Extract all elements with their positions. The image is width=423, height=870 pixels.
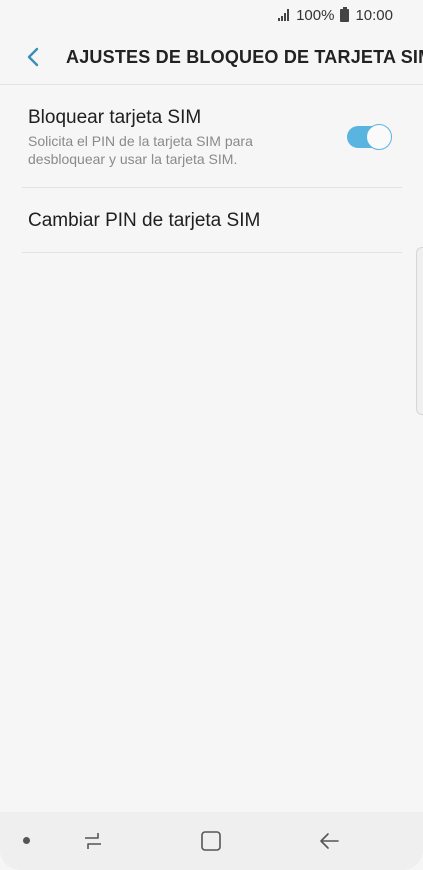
chevron-left-icon bbox=[27, 47, 39, 67]
home-button[interactable] bbox=[198, 828, 224, 854]
home-icon bbox=[201, 831, 221, 851]
lock-sim-setting[interactable]: Bloquear tarjeta SIM Solicita el PIN de … bbox=[0, 97, 423, 187]
lock-sim-toggle[interactable] bbox=[347, 124, 392, 150]
recent-apps-icon bbox=[85, 833, 101, 849]
nav-dot-icon[interactable] bbox=[23, 837, 30, 844]
lock-sim-title: Bloquear tarjeta SIM bbox=[28, 107, 202, 128]
header-divider bbox=[0, 84, 423, 85]
change-pin-setting[interactable]: Cambiar PIN de tarjeta SIM bbox=[0, 188, 423, 252]
back-button[interactable] bbox=[22, 45, 46, 69]
status-bar: 100% 10:00 bbox=[0, 0, 423, 30]
navigation-bar bbox=[0, 812, 423, 870]
list-divider bbox=[22, 252, 402, 253]
change-pin-title: Cambiar PIN de tarjeta SIM bbox=[28, 210, 261, 231]
back-nav-button[interactable] bbox=[317, 828, 343, 854]
battery-icon bbox=[340, 6, 350, 22]
lock-sim-description: Solicita el PIN de la tarjeta SIM para d… bbox=[28, 133, 253, 167]
recent-apps-button[interactable] bbox=[80, 828, 106, 854]
edge-panel-handle[interactable] bbox=[416, 247, 423, 415]
page-title: AJUSTES DE BLOQUEO DE TARJETA SIM bbox=[66, 47, 423, 67]
clock: 10:00 bbox=[355, 6, 393, 24]
back-icon bbox=[320, 833, 339, 849]
signal-icon bbox=[278, 9, 290, 21]
toggle-thumb bbox=[366, 124, 392, 150]
battery-percent: 100% bbox=[296, 6, 335, 24]
app-header: AJUSTES DE BLOQUEO DE TARJETA SIM bbox=[0, 33, 423, 83]
